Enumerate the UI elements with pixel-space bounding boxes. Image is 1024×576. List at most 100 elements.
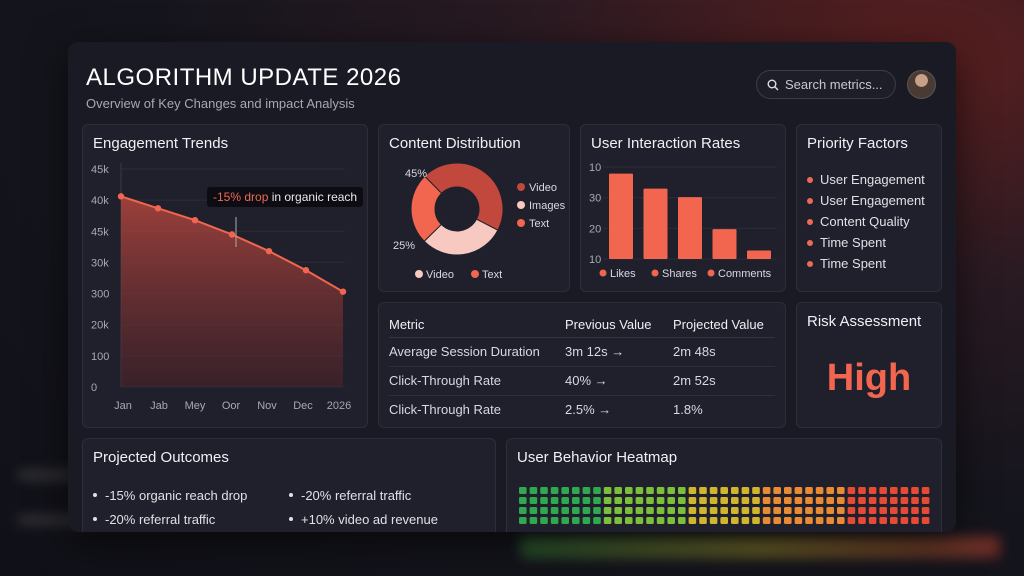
bar [712, 229, 737, 259]
column-header: Projected Value [673, 313, 775, 338]
heatmap-cell [858, 507, 866, 514]
list-item-label: +10% video ad revenue [301, 511, 438, 527]
heatmap-cell [561, 487, 569, 494]
risk-assessment-card: Risk Assessment High [796, 302, 942, 428]
heatmap-cell [625, 487, 633, 494]
heatmap-cell [699, 507, 707, 514]
heatmap-cell [603, 517, 612, 524]
heatmap-cell [741, 487, 750, 494]
heatmap-cell [868, 507, 877, 514]
heatmap-cell [646, 507, 654, 514]
bullet [807, 239, 813, 246]
search-box[interactable] [756, 70, 896, 99]
heatmap-cell [890, 507, 898, 514]
heatmap-cell [847, 487, 856, 494]
heatmap-cell [550, 497, 559, 504]
heatmap-cell [582, 517, 591, 524]
bullet [807, 176, 813, 183]
table-cell: 3m 12s → [565, 337, 673, 367]
slice-label: 25% [393, 240, 415, 252]
chart-tooltip: -15% drop in organic reach [207, 187, 364, 207]
interaction-rates-card: User Interaction Rates 10 30 20 10 Likes Shar… [580, 124, 786, 292]
heatmap-cell [921, 507, 930, 514]
slice-label: 45% [405, 168, 427, 180]
heatmap-cell [540, 497, 548, 504]
heatmap-cell [900, 487, 909, 494]
heatmap-cell [826, 497, 834, 504]
heatmap-cell [625, 507, 633, 514]
heatmap-cell [837, 507, 845, 514]
heatmap-cell [593, 517, 601, 524]
heatmap-cell [847, 517, 856, 524]
heatmap-cell [911, 517, 919, 524]
search-input[interactable] [785, 77, 895, 92]
heatmap-cell [794, 507, 803, 514]
data-point [117, 193, 125, 200]
heatmap-cell [646, 517, 654, 524]
heatmap-cell [582, 507, 591, 514]
tooltip-text: in organic reach [268, 190, 358, 204]
legend-label: Video [529, 182, 557, 194]
heatmap-cell [731, 507, 739, 514]
column-header: Metric [389, 313, 565, 338]
projected-outcomes-card: Projected Outcomes -15% organic reach dr… [82, 438, 496, 532]
content-distribution-card: Content Distribution 45% 25% Video Images Te… [378, 124, 570, 292]
heatmap-cell [720, 497, 728, 504]
heatmap-cell [561, 517, 569, 524]
heatmap-cell [635, 507, 644, 514]
heatmap-cell [614, 487, 622, 494]
heatmap-cell [911, 497, 919, 504]
table-cell: Average Session Duration [389, 337, 565, 367]
priority-item: Time Spent [807, 232, 925, 253]
heatmap-cell [656, 487, 665, 494]
bullet [289, 493, 293, 497]
heatmap-cell [603, 497, 612, 504]
heatmap-cell [635, 517, 644, 524]
heatmap-cell [741, 507, 750, 514]
heatmap-cell [815, 487, 824, 494]
data-point [265, 247, 273, 255]
table-cell: 2m 48s [673, 337, 775, 367]
heatmap-cell [762, 497, 771, 504]
heatmap-cell [646, 497, 654, 504]
heatmap-cell [625, 517, 633, 524]
legend-label: Likes [610, 268, 636, 280]
heatmap-cell [593, 497, 601, 504]
outcomes-list-right: -20% referral traffic +10% video ad reve… [289, 483, 438, 531]
table-row: Click-Through Rate 40% → 2m 52s [389, 366, 775, 396]
list-item-label: -20% referral traffic [105, 511, 216, 527]
bar [747, 250, 771, 259]
heatmap-cell [614, 507, 622, 514]
legend-label: Video [426, 269, 454, 281]
card-title: Projected Outcomes [93, 449, 229, 466]
legend-label: Shares [662, 268, 697, 280]
heatmap-cell [572, 517, 580, 524]
heatmap-cell [868, 487, 877, 494]
legend-swatch [517, 201, 525, 209]
heatmap-cell [879, 517, 887, 524]
heatmap-cell [720, 517, 728, 524]
heatmap-cell [921, 487, 930, 494]
avatar[interactable] [907, 70, 936, 99]
card-title: Priority Factors [807, 135, 908, 152]
heatmap-cell [731, 517, 739, 524]
y-tick-label: 20 [589, 223, 601, 235]
table-cell: 2.5% → [565, 402, 612, 418]
data-point [191, 216, 199, 224]
heatmap-cell [837, 497, 845, 504]
heatmap-cell [890, 487, 898, 494]
heatmap-cell [635, 487, 644, 494]
heatmap-cell [762, 517, 771, 524]
y-tick-label: 300 [91, 289, 109, 301]
heatmap-cell [667, 517, 675, 524]
heatmap-cell [879, 487, 887, 494]
heatmap-cell [773, 517, 781, 524]
x-tick-label: Mey [185, 400, 206, 412]
heatmap-cell [879, 507, 887, 514]
heatmap-cell [625, 497, 633, 504]
heatmap-cell [540, 487, 548, 494]
engagement-trends-card: Engagement Trends 45k 40k 45k 30k 300 20k 100 0… [82, 124, 368, 428]
heatmap-cell [688, 487, 697, 494]
heatmap-cell [614, 497, 622, 504]
y-tick-label: 0 [91, 382, 97, 394]
